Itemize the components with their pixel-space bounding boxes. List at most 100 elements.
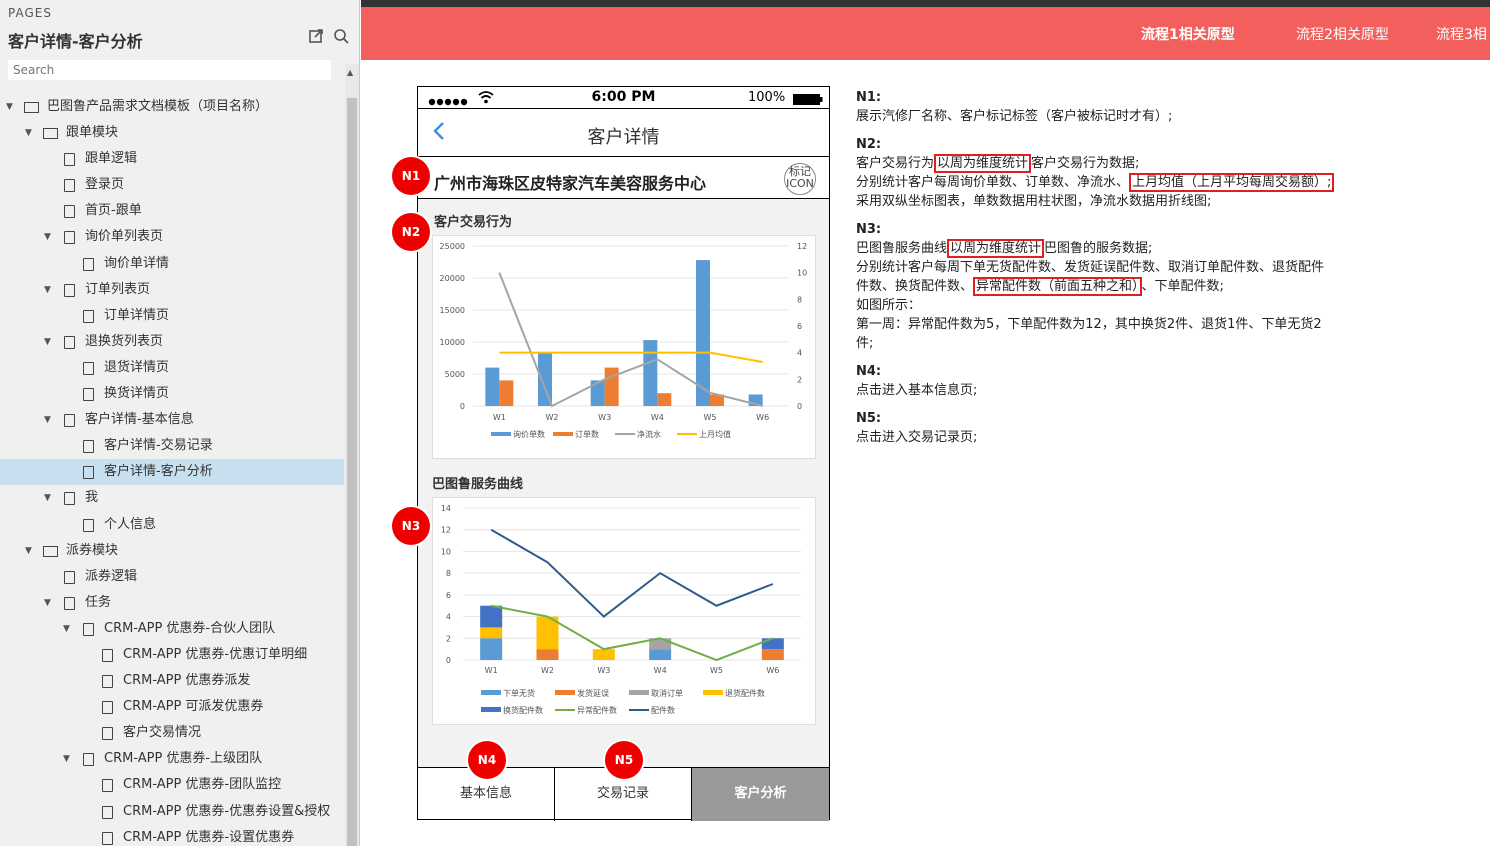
- tree-item[interactable]: ▼ CRM-APP 优惠券-合伙人团队: [0, 616, 344, 642]
- tree-item[interactable]: 询价单详情: [0, 251, 344, 277]
- note-heading: N4:: [856, 364, 882, 379]
- scrollbar[interactable]: ▲: [345, 64, 359, 846]
- scroll-thumb[interactable]: [347, 98, 357, 846]
- x-tick-label: W3: [598, 413, 611, 422]
- note-line: 件数、换货配件数、 异常配件数（前面五种之和） 、下单配件数;: [856, 277, 1476, 296]
- tree-item[interactable]: 换货详情页: [0, 381, 344, 407]
- tree-item[interactable]: 客户详情-客户分析: [0, 459, 344, 486]
- expand-arrow-icon[interactable]: ▼: [63, 616, 70, 642]
- y-tick-label: 25000: [440, 242, 465, 251]
- note-heading: N2:: [856, 137, 882, 152]
- page-icon: [64, 205, 75, 219]
- note-text: 分别统计客户每周询价单数、订单数、净流水、: [856, 175, 1130, 190]
- tree-item[interactable]: 跟单逻辑: [0, 146, 344, 172]
- tree-item[interactable]: 登录页: [0, 172, 344, 198]
- expand-arrow-icon[interactable]: ▼: [44, 407, 51, 433]
- expand-arrow-icon[interactable]: ▼: [25, 120, 32, 146]
- tree-item[interactable]: ▼ CRM-APP 优惠券-上级团队: [0, 746, 344, 772]
- shop-name: 广州市海珠区皮特家汽车美容服务中心: [434, 174, 707, 193]
- tree-item[interactable]: 个人信息: [0, 512, 344, 538]
- tree-item[interactable]: CRM-APP 优惠券派发: [0, 668, 344, 694]
- tree-item[interactable]: ▼ 客户详情-基本信息: [0, 407, 344, 433]
- expand-arrow-icon[interactable]: ▼: [44, 485, 51, 511]
- highlighted-text: 异常配件数（前面五种之和）: [973, 277, 1142, 296]
- tree-item[interactable]: 客户交易情况: [0, 720, 344, 746]
- battery-icon: [793, 93, 823, 109]
- highlighted-text: 以周为维度统计: [947, 239, 1045, 258]
- x-tick-label: W1: [493, 413, 506, 422]
- note-heading: N1:: [856, 90, 882, 105]
- page-icon: [64, 335, 75, 349]
- page-icon: [102, 675, 113, 689]
- tree-item[interactable]: ▼ 退换货列表页: [0, 329, 344, 355]
- legend-label: 订单数: [575, 429, 599, 439]
- tree-item[interactable]: ▼ 派券模块: [0, 538, 344, 564]
- expand-arrow-icon[interactable]: ▼: [44, 329, 51, 355]
- legend-label: 下单无货: [503, 688, 535, 698]
- search-icon[interactable]: [333, 28, 349, 44]
- tab-flow-2[interactable]: 流程2相关原型: [1296, 24, 1389, 44]
- page-icon: [64, 414, 75, 428]
- tree-item-label: CRM-APP 优惠券-优惠订单明细: [123, 646, 308, 662]
- export-icon[interactable]: [308, 28, 324, 44]
- tree-item[interactable]: 首页-跟单: [0, 198, 344, 224]
- y2-tick-label: 10: [797, 269, 807, 278]
- tree-item[interactable]: 派券逻辑: [0, 564, 344, 590]
- note-heading: N3:: [856, 222, 882, 237]
- y2-tick-label: 12: [797, 242, 807, 251]
- tree-item[interactable]: CRM-APP 优惠券-设置优惠券: [0, 825, 344, 851]
- page-icon: [83, 257, 94, 271]
- tree-item[interactable]: ▼ 询价单列表页: [0, 224, 344, 250]
- note-block: N4: 点击进入基本信息页;: [856, 362, 1476, 400]
- expand-arrow-icon[interactable]: ▼: [63, 746, 70, 772]
- tree-item[interactable]: 客户详情-交易记录: [0, 433, 344, 459]
- tree-item[interactable]: CRM-APP 优惠券-团队监控: [0, 772, 344, 798]
- note-line: 第一周：异常配件数为5，下单配件数为12，其中换货2件、退货1件、下单无货2: [856, 315, 1476, 334]
- tree-item[interactable]: ▼ 订单列表页: [0, 277, 344, 303]
- scroll-up-arrow-icon[interactable]: ▲: [347, 68, 353, 77]
- tree-item-label: 退货详情页: [104, 359, 170, 375]
- note-line: 点击进入交易记录页;: [856, 428, 1476, 447]
- tree-item-label: 客户详情-客户分析: [104, 464, 213, 480]
- tree-item[interactable]: 退货详情页: [0, 355, 344, 381]
- y-tick-label: 4: [446, 613, 451, 622]
- bar-退货配件数: [592, 649, 615, 660]
- tree-item[interactable]: ▼ 任务: [0, 590, 344, 616]
- legend-swatch: [481, 707, 501, 712]
- search-input[interactable]: [8, 60, 331, 80]
- tag-icon: 标记ICON: [784, 163, 816, 195]
- expand-arrow-icon[interactable]: ▼: [44, 277, 51, 303]
- tree-item[interactable]: 订单详情页: [0, 303, 344, 329]
- customer-name-row[interactable]: 广州市海珠区皮特家汽车美容服务中心 标记ICON: [418, 157, 829, 199]
- line-异常配件数: [490, 604, 774, 662]
- tab-flow-1[interactable]: 流程1相关原型: [1141, 24, 1235, 44]
- expand-arrow-icon[interactable]: ▼: [6, 94, 13, 120]
- note-text: 点击进入基本信息页;: [856, 383, 978, 398]
- tree-item-label: CRM-APP 优惠券-设置优惠券: [123, 829, 295, 845]
- legend-swatch: [553, 432, 573, 436]
- expand-arrow-icon[interactable]: ▼: [44, 224, 51, 250]
- tree-item-label: 跟单逻辑: [85, 151, 138, 167]
- legend-swatch: [491, 432, 511, 436]
- badge-n3: N3: [392, 507, 430, 545]
- tree-item[interactable]: CRM-APP 优惠券-优惠券设置&授权: [0, 799, 344, 825]
- tree-item-label: 首页-跟单: [85, 203, 142, 219]
- expand-arrow-icon[interactable]: ▼: [44, 590, 51, 616]
- tree-item[interactable]: CRM-APP 可派发优惠券: [0, 694, 344, 720]
- tree-item[interactable]: CRM-APP 优惠券-优惠订单明细: [0, 642, 344, 668]
- tree-item[interactable]: ▼ 我: [0, 485, 344, 511]
- x-tick-label: W4: [654, 666, 667, 675]
- note-line: 分别统计客户每周下单无货配件数、发货延误配件数、取消订单配件数、退货配件: [856, 258, 1476, 277]
- tree-item[interactable]: ▼ 巴图鲁产品需求文档模板（项目名称）: [0, 94, 344, 120]
- y-tick-label: 10: [441, 547, 451, 556]
- tree-item[interactable]: ▼ 跟单模块: [0, 120, 344, 146]
- tree-item-label: CRM-APP 优惠券-团队监控: [123, 777, 282, 793]
- note-text: 件数、换货配件数、: [856, 279, 974, 294]
- legend-label: 询价单数: [513, 429, 545, 439]
- expand-arrow-icon[interactable]: ▼: [25, 538, 32, 564]
- tree-item-label: CRM-APP 优惠券-上级团队: [104, 751, 263, 767]
- tab-flow-3[interactable]: 流程3相: [1436, 24, 1487, 44]
- tree-item-label: 客户交易情况: [123, 725, 202, 741]
- note-line: 件;: [856, 334, 1476, 353]
- tab-customer-analysis[interactable]: 客户分析: [692, 768, 829, 821]
